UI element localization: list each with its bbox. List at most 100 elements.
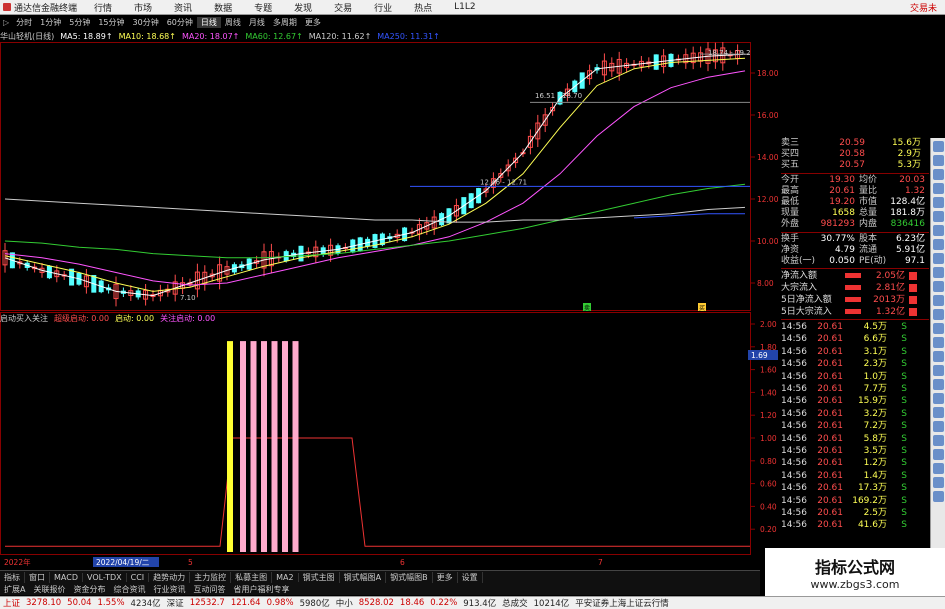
toolbar-icon[interactable] <box>933 295 944 306</box>
play-icon[interactable]: ▷ <box>0 18 12 27</box>
extension-tab[interactable]: 互动问答 <box>189 584 229 595</box>
toolbar-icon[interactable] <box>933 365 944 376</box>
toolbar-icon[interactable] <box>933 379 944 390</box>
toolbar-icon[interactable] <box>933 477 944 488</box>
tick-time: 14:56 <box>781 396 807 407</box>
toolbar-icon[interactable] <box>933 183 944 194</box>
toolbar-icon[interactable] <box>933 407 944 418</box>
ask-row[interactable]: 买四 20.58 2.9万 <box>781 149 929 160</box>
indicator-tab[interactable]: CCI <box>127 572 150 582</box>
indicator-tab[interactable]: MA2 <box>272 572 299 582</box>
period-tab-active[interactable]: 日线 <box>196 17 221 28</box>
menu-item[interactable]: 热点 <box>403 1 443 14</box>
indicator-tab[interactable]: MACD <box>50 572 83 582</box>
indicator-legend: 启动买入关注 超级启动: 0.00 启动: 0.00 关注启动: 0.00 <box>0 313 221 324</box>
indicator-tab[interactable]: 更多 <box>433 571 458 583</box>
flow-value: 2.81亿 <box>875 283 905 294</box>
sh-index-change: 50.04 <box>67 598 92 608</box>
ask-volume: 2.9万 <box>897 149 921 160</box>
period-tab[interactable]: 更多 <box>301 17 325 28</box>
sz-index-label[interactable]: 深证 <box>164 597 187 609</box>
indicator-chart[interactable]: 2.001.801.601.401.201.000.800.600.400.20… <box>0 312 780 567</box>
indicator-tab[interactable]: 窗口 <box>25 571 50 583</box>
zx-index-label[interactable]: 中小 <box>333 597 356 609</box>
toolbar-icon[interactable] <box>933 155 944 166</box>
toolbar-icon[interactable] <box>933 337 944 348</box>
extension-tab[interactable]: 关联报价 <box>29 584 69 595</box>
toolbar-icon[interactable] <box>933 211 944 222</box>
total-turnover-label: 总成交 <box>502 599 528 609</box>
menu-item[interactable]: 发现 <box>283 1 323 14</box>
tick-side: S <box>901 334 907 345</box>
indicator-tab[interactable]: 主力监控 <box>190 571 232 583</box>
stat-value: 19.30 <box>829 174 855 185</box>
period-toolbar: ▷ 分时 1分钟 5分钟 15分钟 30分钟 60分钟 日线 周线 月线 多周期… <box>0 16 760 29</box>
focus-start-bar <box>261 341 267 552</box>
stat-value: 20.03 <box>899 174 925 185</box>
date-axis-label: 6 <box>400 558 405 567</box>
indicator-tab[interactable]: 趋势动力 <box>149 571 191 583</box>
period-tab[interactable]: 周线 <box>221 17 245 28</box>
period-tab[interactable]: 30分钟 <box>129 17 163 28</box>
toolbar-icon[interactable] <box>933 281 944 292</box>
indicator-legend-item: 启动买入关注 <box>0 314 48 323</box>
menu-item[interactable]: 资讯 <box>163 1 203 14</box>
indicator-tab[interactable]: 钢式幅图A <box>340 571 387 583</box>
period-tab[interactable]: 15分钟 <box>94 17 128 28</box>
menu-item[interactable]: L1L2 <box>443 2 486 12</box>
indicator-tab[interactable]: 钢式主图 <box>299 571 340 583</box>
toolbar-icon[interactable] <box>933 435 944 446</box>
toolbar-icon[interactable] <box>933 323 944 334</box>
toolbar-icon[interactable] <box>933 393 944 404</box>
ask-row[interactable]: 卖三 20.59 15.6万 <box>781 138 929 149</box>
stat-value: 4.79 <box>834 244 855 255</box>
extension-tab[interactable]: 资金分布 <box>69 584 109 595</box>
toolbar-icon[interactable] <box>933 421 944 432</box>
menu-item[interactable]: 行情 <box>83 1 123 14</box>
stat-value: 181.8万 <box>890 208 925 219</box>
indicator-tab[interactable]: 指标 <box>0 571 25 583</box>
indicator-tab[interactable]: 私募主图 <box>231 571 273 583</box>
sh-index-label[interactable]: 上证 <box>0 597 23 609</box>
toolbar-icon[interactable] <box>933 491 944 502</box>
period-tab[interactable]: 多周期 <box>269 17 301 28</box>
period-tab[interactable]: 1分钟 <box>36 17 65 28</box>
period-tab[interactable]: 月线 <box>245 17 269 28</box>
brand-link[interactable]: 交易未 <box>910 1 945 14</box>
toolbar-icon[interactable] <box>933 169 944 180</box>
menu-item[interactable]: 交易 <box>323 1 363 14</box>
extension-tab[interactable]: 综合资讯 <box>109 584 149 595</box>
tick-volume: 3.5万 <box>863 445 887 456</box>
toolbar-icon[interactable] <box>933 463 944 474</box>
ask-price: 20.58 <box>839 149 865 160</box>
tick-time: 14:56 <box>781 495 807 506</box>
indicator-tab[interactable]: 设置 <box>458 571 483 583</box>
toolbar-icon[interactable] <box>933 309 944 320</box>
toolbar-icon[interactable] <box>933 253 944 264</box>
extension-tab[interactable]: 扩展A <box>0 584 29 595</box>
toolbar-icon[interactable] <box>933 267 944 278</box>
candlestick-chart[interactable]: 18.74 - 19.2 16.51 - 16.70 12.46 - 12.71 7.… <box>0 42 780 312</box>
ask-price: 20.57 <box>839 160 865 171</box>
toolbar-icon[interactable] <box>933 449 944 460</box>
period-tab[interactable]: 60分钟 <box>163 17 197 28</box>
menu-item[interactable]: 数据 <box>203 1 243 14</box>
menu-item[interactable]: 专题 <box>243 1 283 14</box>
menu-item[interactable]: 市场 <box>123 1 163 14</box>
indicator-tab[interactable]: VOL-TDX <box>83 572 127 582</box>
period-tab[interactable]: 分时 <box>12 17 36 28</box>
ask-row[interactable]: 买五 20.57 5.3万 <box>781 160 929 171</box>
extension-tab[interactable]: 行业资讯 <box>149 584 189 595</box>
toolbar-icon[interactable] <box>933 141 944 152</box>
period-tab[interactable]: 5分钟 <box>65 17 94 28</box>
toolbar-icon[interactable] <box>933 351 944 362</box>
stat-label: 均价 <box>859 174 878 185</box>
extension-tab[interactable]: 省用户福利专享 <box>229 584 293 595</box>
ma-legend-item: MA60: 12.67↑ <box>245 31 303 41</box>
menu-item[interactable]: 行业 <box>363 1 403 14</box>
toolbar-icon[interactable] <box>933 239 944 250</box>
indicator-tab[interactable]: 钢式幅图B <box>386 571 433 583</box>
toolbar-icon[interactable] <box>933 225 944 236</box>
toolbar-icon[interactable] <box>933 197 944 208</box>
date-axis-label: 5 <box>188 558 193 567</box>
